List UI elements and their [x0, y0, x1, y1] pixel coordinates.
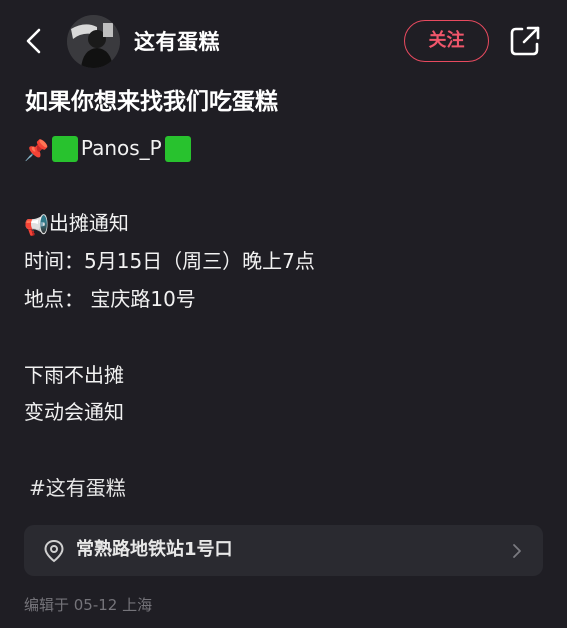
location-card[interactable]: 常熟路地铁站1号口 — [24, 525, 543, 576]
location-pin-icon — [44, 539, 64, 563]
post-title: 如果你想来找我们吃蛋糕 — [25, 89, 278, 115]
change-line: 变动会通知 — [24, 400, 124, 424]
edit-meta: 编辑于 05-12 上海 — [24, 596, 153, 614]
green-square-icon — [164, 135, 191, 162]
green-square-icon — [51, 135, 78, 162]
rain-line: 下雨不出摊 — [24, 363, 124, 387]
megaphone-icon: 📢 — [24, 212, 49, 237]
author-name[interactable]: 这有蛋糕 — [134, 28, 220, 56]
hashtag-link[interactable]: #这有蛋糕 — [29, 473, 126, 503]
follow-button[interactable]: 关注 — [404, 20, 489, 62]
chevron-left-icon — [26, 28, 41, 54]
time-line: 时间：5月15日（周三）晚上7点 — [24, 249, 315, 273]
share-button[interactable] — [507, 23, 543, 59]
place-line: 地点： 宝庆路10号 — [24, 287, 196, 311]
back-button[interactable] — [18, 24, 52, 58]
pin-line: 📌 Panos_P — [24, 133, 194, 165]
top-bar: 这有蛋糕 关注 — [0, 0, 567, 84]
location-name: 常熟路地铁站1号口 — [76, 539, 233, 560]
pin-name: Panos_P — [80, 136, 162, 160]
avatar-image — [67, 15, 120, 68]
notice-heading: 出摊通知 — [48, 211, 129, 235]
author-avatar[interactable] — [67, 15, 120, 68]
chevron-right-icon — [513, 544, 521, 558]
notice-heading-line: 📢出摊通知 — [24, 208, 129, 240]
pushpin-icon: 📌 — [24, 137, 49, 162]
share-icon — [510, 26, 540, 56]
